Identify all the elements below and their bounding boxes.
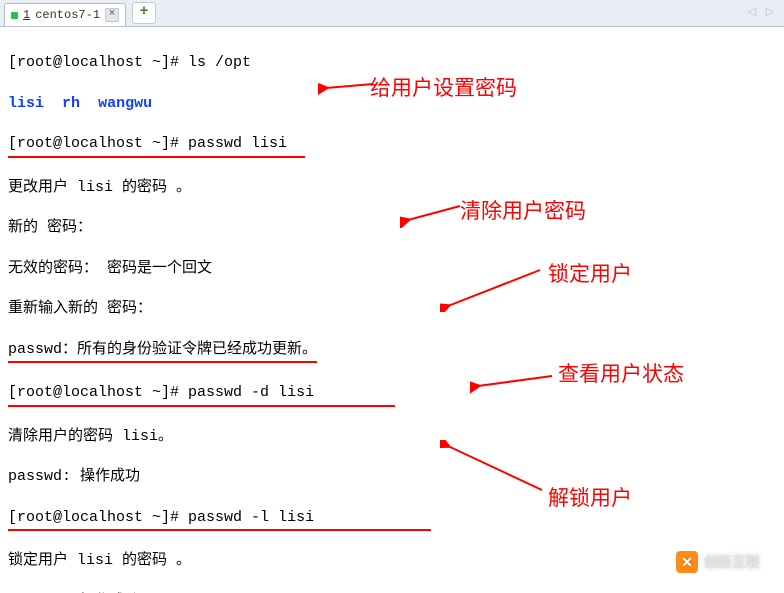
terminal-line: 新的 密码： <box>8 218 776 238</box>
dir-lisi: lisi <box>8 95 44 112</box>
tab-nav-right-icon[interactable]: ▷ <box>762 4 778 20</box>
terminal-line: passwd: 操作成功 <box>8 467 776 487</box>
tab-nav: ◁ ▷ <box>744 4 778 20</box>
watermark: ✕ 创新互联 <box>670 547 766 577</box>
out-tokens-ok: passwd：所有的身份验证令牌已经成功更新。 <box>8 340 317 363</box>
terminal-line: 更改用户 lisi 的密码 。 <box>8 178 776 198</box>
tab-centos7-1[interactable]: 1 centos7-1 × <box>4 3 126 26</box>
terminal-line: lisi rh wangwu <box>8 94 776 114</box>
terminal-line: [root@localhost ~]# passwd -d lisi <box>8 383 776 406</box>
cmd-passwd-l: passwd -l lisi <box>188 509 314 526</box>
close-icon[interactable]: × <box>105 8 119 22</box>
terminal-line: 无效的密码： 密码是一个回文 <box>8 259 776 279</box>
tab-label: centos7-1 <box>35 8 100 22</box>
tab-nav-left-icon[interactable]: ◁ <box>744 4 760 20</box>
terminal-line: 清除用户的密码 lisi。 <box>8 427 776 447</box>
terminal-line: [root@localhost ~]# passwd lisi <box>8 134 776 157</box>
terminal-line: 锁定用户 lisi 的密码 。 <box>8 551 776 571</box>
new-tab-button[interactable]: + <box>132 2 156 24</box>
cmd-passwd-d: passwd -d lisi <box>188 384 314 401</box>
watermark-text: 创新互联 <box>704 552 760 572</box>
dir-rh: rh <box>62 95 80 112</box>
dir-wangwu: wangwu <box>98 95 152 112</box>
terminal-line: [root@localhost ~]# passwd -l lisi <box>8 508 776 531</box>
cmd-ls: ls /opt <box>188 54 251 71</box>
status-dot-icon <box>11 12 18 19</box>
cmd-passwd-set: passwd lisi <box>188 135 287 152</box>
terminal[interactable]: [root@localhost ~]# ls /opt lisi rh wang… <box>0 27 784 593</box>
terminal-line: passwd：所有的身份验证令牌已经成功更新。 <box>8 340 776 363</box>
terminal-line: [root@localhost ~]# ls /opt <box>8 53 776 73</box>
terminal-line: 重新输入新的 密码： <box>8 299 776 319</box>
tab-index: 1 <box>23 8 30 22</box>
watermark-logo-icon: ✕ <box>676 551 698 573</box>
tab-bar: 1 centos7-1 × + ◁ ▷ <box>0 0 784 27</box>
